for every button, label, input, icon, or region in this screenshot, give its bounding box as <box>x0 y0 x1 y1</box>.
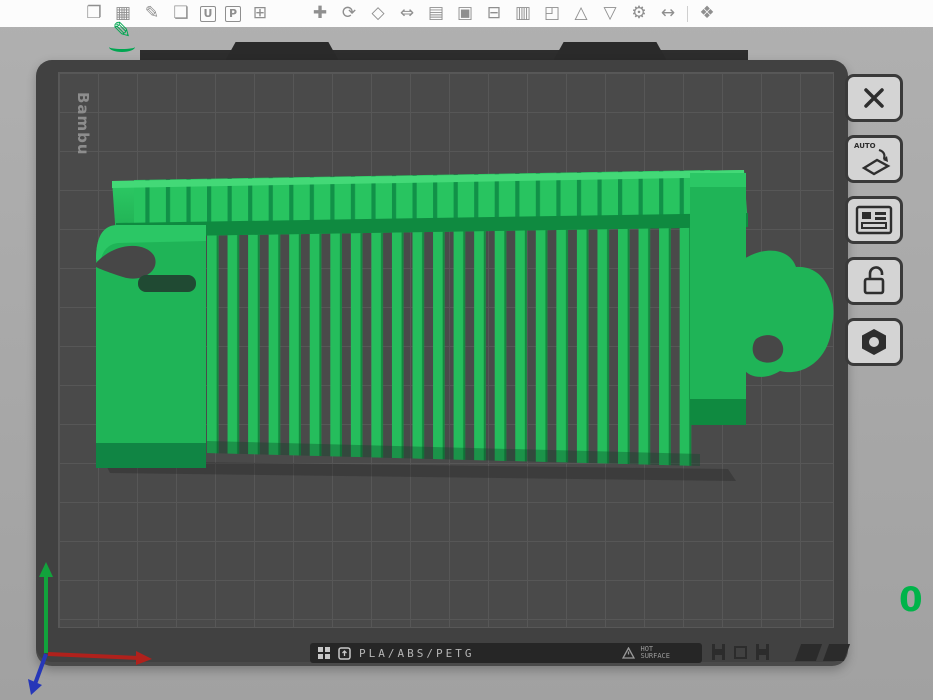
sketch-icon[interactable]: ✎ <box>142 5 162 22</box>
side-toolbar: AUTO <box>845 74 903 366</box>
measure-icon[interactable]: ↔ <box>658 5 678 22</box>
plate-type-icon <box>338 646 351 660</box>
split-icon[interactable]: ⊟ <box>484 5 504 22</box>
axis-gizmo <box>28 562 152 695</box>
active-draw-tool[interactable]: ✎ <box>104 20 140 52</box>
model-object[interactable] <box>88 163 838 485</box>
documents-icon[interactable]: ❏ <box>171 5 191 22</box>
boxed-u-icon[interactable]: U <box>200 5 216 22</box>
arrange-button[interactable] <box>845 196 903 244</box>
overlay-value: 0 <box>899 580 923 620</box>
triangle-ruler-icon[interactable]: △ <box>571 5 591 22</box>
pen-icon: ✎ <box>112 18 132 44</box>
corner-box-icon[interactable]: ◰ <box>542 5 562 22</box>
lock-open-icon <box>863 266 885 295</box>
layout-grid-icon[interactable]: ▣ <box>455 5 475 22</box>
rotate-icon[interactable]: ⟳ <box>339 5 359 22</box>
boxed-p-icon[interactable]: P <box>225 5 241 22</box>
mirror-icon[interactable]: ⇔ <box>397 5 417 22</box>
duplicate-plate-icon[interactable]: ❐ <box>84 5 104 22</box>
nut-icon[interactable]: ⚙ <box>629 5 649 22</box>
auto-orient-button[interactable]: AUTO <box>845 135 903 183</box>
logo-shape <box>794 644 823 661</box>
plate-corner-icons <box>712 644 769 660</box>
close-icon <box>864 88 884 108</box>
logo-shape <box>822 644 851 661</box>
warning-line-2: SURFACE <box>640 652 670 660</box>
spool-icon <box>756 644 769 660</box>
add-grid-icon[interactable]: ⊞ <box>250 5 270 22</box>
columns-icon[interactable]: ▥ <box>513 5 533 22</box>
diamond-icon[interactable]: ◇ <box>368 5 388 22</box>
hex-nut-icon <box>862 329 886 355</box>
funnel-icon[interactable]: ▽ <box>600 5 620 22</box>
delete-all-button[interactable] <box>845 74 903 122</box>
plate-logo <box>794 644 851 661</box>
nut-button[interactable] <box>845 318 903 366</box>
move-icon[interactable]: ✚ <box>310 5 330 22</box>
toolbar-separator <box>687 5 688 22</box>
layout-rows-icon[interactable]: ▤ <box>426 5 446 22</box>
plugin-icon[interactable]: ❖ <box>697 5 717 22</box>
lock-button[interactable] <box>845 257 903 305</box>
warning-triangle-icon <box>622 647 636 659</box>
auto-label: AUTO <box>854 142 876 150</box>
plate-brand-label: Bambu <box>74 92 92 156</box>
hot-surface-warning: HOT SURFACE <box>622 645 692 661</box>
materials-label: PLA/ABS/PETG <box>359 646 475 660</box>
spool-icon <box>712 644 725 660</box>
arrange-icon <box>855 205 893 235</box>
box-icon <box>734 645 747 659</box>
viewport: ❐ ▦ ✎ ❏ U P ⊞ ✚ ⟳ ◇ ⇔ ▤ ▣ ⊟ ▥ ◰ △ ▽ ⚙ ↔ … <box>0 0 933 700</box>
plate-info-bar: PLA/ABS/PETG HOT SURFACE <box>310 643 702 663</box>
grid-dots-icon <box>318 647 330 659</box>
